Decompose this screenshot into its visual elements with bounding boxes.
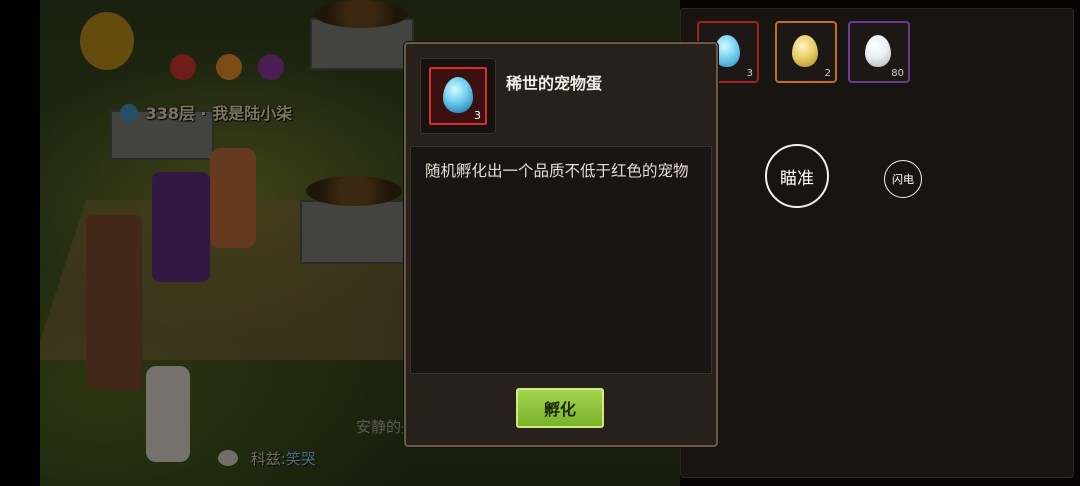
flash-button[interactable]: 闪电 <box>884 160 922 198</box>
item-description-box: 随机孵化出一个品质不低于红色的宠物 <box>410 146 712 374</box>
item-description: 随机孵化出一个品质不低于红色的宠物 <box>425 162 689 180</box>
item-name: 稀世的宠物蛋 <box>506 74 603 93</box>
hatch-button[interactable]: 孵化 <box>516 388 604 428</box>
egg-slot-gold[interactable]: 2 <box>775 21 837 83</box>
item-count: 3 <box>474 109 481 122</box>
item-rarity-border: 3 <box>429 67 487 125</box>
inventory-panel: 3 2 80 <box>680 8 1074 478</box>
slot-count: 3 <box>746 68 753 79</box>
left-screen-edge <box>0 0 40 486</box>
item-detail-dialog: 3 稀世的宠物蛋 随机孵化出一个品质不低于红色的宠物 孵化 <box>404 42 718 447</box>
slot-count: 80 <box>891 68 904 79</box>
white-egg-icon <box>865 35 891 67</box>
game-scene: 338层 · 我是陆小柒 安静的头… 科兹:笑哭 3 2 80 瞄准 闪电 3 … <box>0 0 1080 486</box>
gold-egg-icon <box>792 35 818 67</box>
item-icon-frame: 3 <box>420 58 496 134</box>
pet-egg-icon <box>443 77 473 113</box>
slot-count: 2 <box>824 68 831 79</box>
aim-button[interactable]: 瞄准 <box>765 144 829 208</box>
egg-slot-white[interactable]: 80 <box>848 21 910 83</box>
